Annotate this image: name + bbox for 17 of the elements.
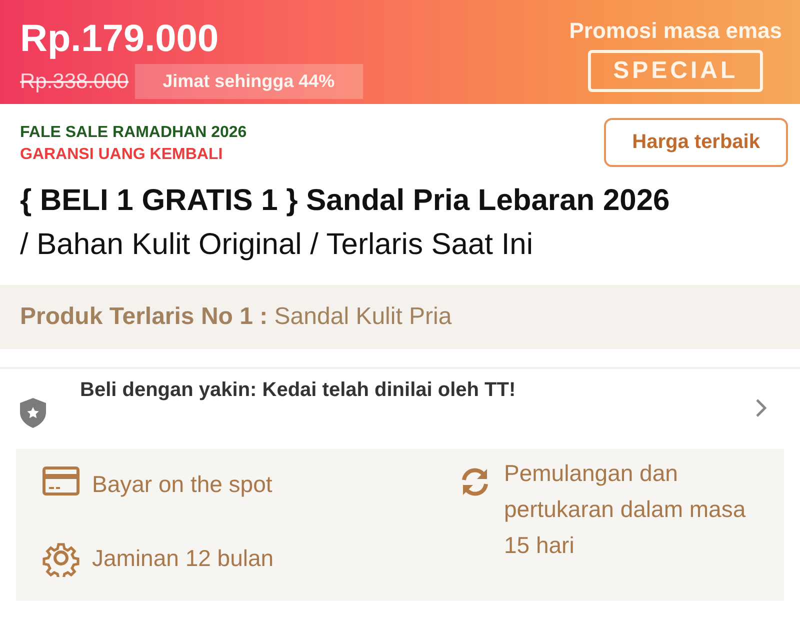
chevron-right-icon — [754, 397, 768, 419]
shield-icon — [18, 397, 48, 429]
feature-text: Bayar on the spot — [92, 470, 272, 499]
original-price: Rp.338.000 — [20, 70, 129, 94]
promo-tag: FALE SALE RAMADHAN 2026 — [20, 124, 247, 142]
bestseller-text: Produk Terlaris No 1 : Sandal Kulit Pria — [20, 303, 452, 331]
feature-text: Pemulangan dan pertukaran dalam masa 15 hari — [504, 459, 747, 560]
promo-label: Promosi masa emas — [569, 18, 782, 44]
promo-tag: GARANSI UANG KEMBALI — [20, 146, 247, 164]
price: Rp.179.000 — [20, 17, 220, 62]
discount-badge: Jimat sehingga 44% — [134, 64, 363, 99]
assurance-text: Beli dengan yakin: Kedai telah dinilai oleh TT! — [80, 379, 517, 402]
credit-card-icon — [42, 465, 80, 497]
best-price-button[interactable]: Harga terbaik — [604, 118, 788, 167]
feature-text: Jaminan 12 bulan — [92, 544, 274, 573]
product-title: { BELI 1 GRATIS 1 } Sandal Pria Lebaran 2026 / Bahan Kulit Original / Terlaris Saat Ini — [20, 183, 671, 263]
promo-badge: SPECIAL — [588, 50, 764, 92]
